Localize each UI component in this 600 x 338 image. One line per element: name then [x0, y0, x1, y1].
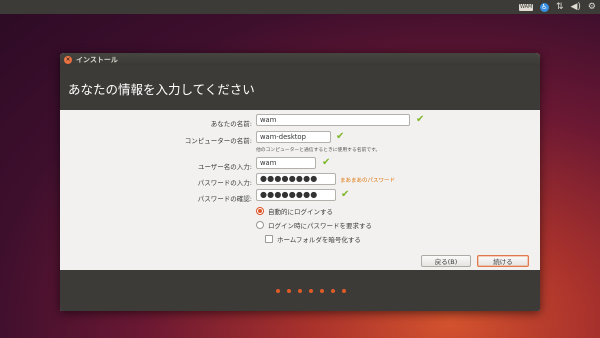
confirm-password-input[interactable]: ●●●●●●●●: [256, 189, 336, 201]
auto-login-label: 自動的にログインする: [268, 208, 333, 216]
installer-window: × インストール あなたの情報を入力してください あなたの名前: wam ✔ コ…: [60, 53, 540, 311]
back-button[interactable]: 戻る(B): [421, 255, 471, 267]
radio-unselected-icon: [256, 221, 264, 229]
progress-dot: [276, 288, 280, 293]
close-icon[interactable]: ×: [64, 55, 72, 64]
accessibility-icon[interactable]: ♿: [539, 2, 549, 12]
page-header: あなたの情報を入力してください: [60, 66, 540, 110]
username-label: ユーザー名の入力:: [197, 163, 252, 171]
computer-name-label: コンピューターの名前:: [184, 137, 252, 145]
gear-icon[interactable]: ⚙: [588, 0, 596, 14]
progress-dot: [342, 288, 346, 293]
name-label: あなたの名前:: [210, 120, 252, 128]
confirm-password-label: パスワードの確認:: [197, 195, 252, 203]
checkbox-icon: [265, 235, 273, 243]
password-label: パスワードの入力:: [197, 179, 252, 187]
name-input[interactable]: wam: [256, 114, 410, 126]
progress-dot: [320, 288, 324, 293]
username-input[interactable]: wam: [256, 157, 316, 169]
progress-dot: [298, 288, 302, 293]
network-icon[interactable]: ⇅: [556, 0, 564, 14]
password-strength: まあまあのパスワード: [340, 178, 396, 184]
window-title: インストール: [76, 55, 118, 64]
encrypt-home-label: ホームフォルダを暗号化する: [277, 236, 361, 244]
window-titlebar: × インストール: [60, 53, 540, 66]
require-password-label: ログイン時にパスワードを要求する: [268, 222, 372, 230]
require-password-radio[interactable]: ログイン時にパスワードを要求する: [256, 220, 372, 230]
computer-name-input[interactable]: wam-desktop: [256, 131, 331, 143]
confirm-check-icon: ✔: [341, 189, 350, 200]
progress-dot: [309, 288, 313, 293]
form-area: あなたの名前: wam ✔ コンピューターの名前: wam-desktop ✔ …: [60, 110, 540, 270]
computer-name-check-icon: ✔: [336, 131, 345, 142]
radio-selected-icon: [256, 207, 264, 215]
progress-dot: [331, 288, 335, 293]
keyboard-indicator: WAM: [518, 3, 533, 11]
top-panel: WAM ♿ ⇅ ◀) ⚙: [0, 0, 600, 14]
encrypt-home-checkbox[interactable]: ホームフォルダを暗号化する: [265, 234, 361, 244]
computer-name-hint: 他のコンピューターと通信するときに使用する名前です。: [256, 148, 381, 153]
continue-button[interactable]: 続ける: [477, 255, 529, 267]
page-title: あなたの情報を入力してください: [68, 81, 255, 97]
progress-dot: [287, 288, 291, 293]
name-check-icon: ✔: [416, 114, 425, 125]
progress-footer: [60, 270, 540, 311]
volume-icon[interactable]: ◀): [570, 0, 580, 14]
keyboard-layout-icon[interactable]: WAM: [518, 3, 533, 11]
auto-login-radio[interactable]: 自動的にログインする: [256, 206, 333, 216]
password-input[interactable]: ●●●●●●●●: [256, 173, 336, 185]
username-check-icon: ✔: [322, 157, 331, 168]
